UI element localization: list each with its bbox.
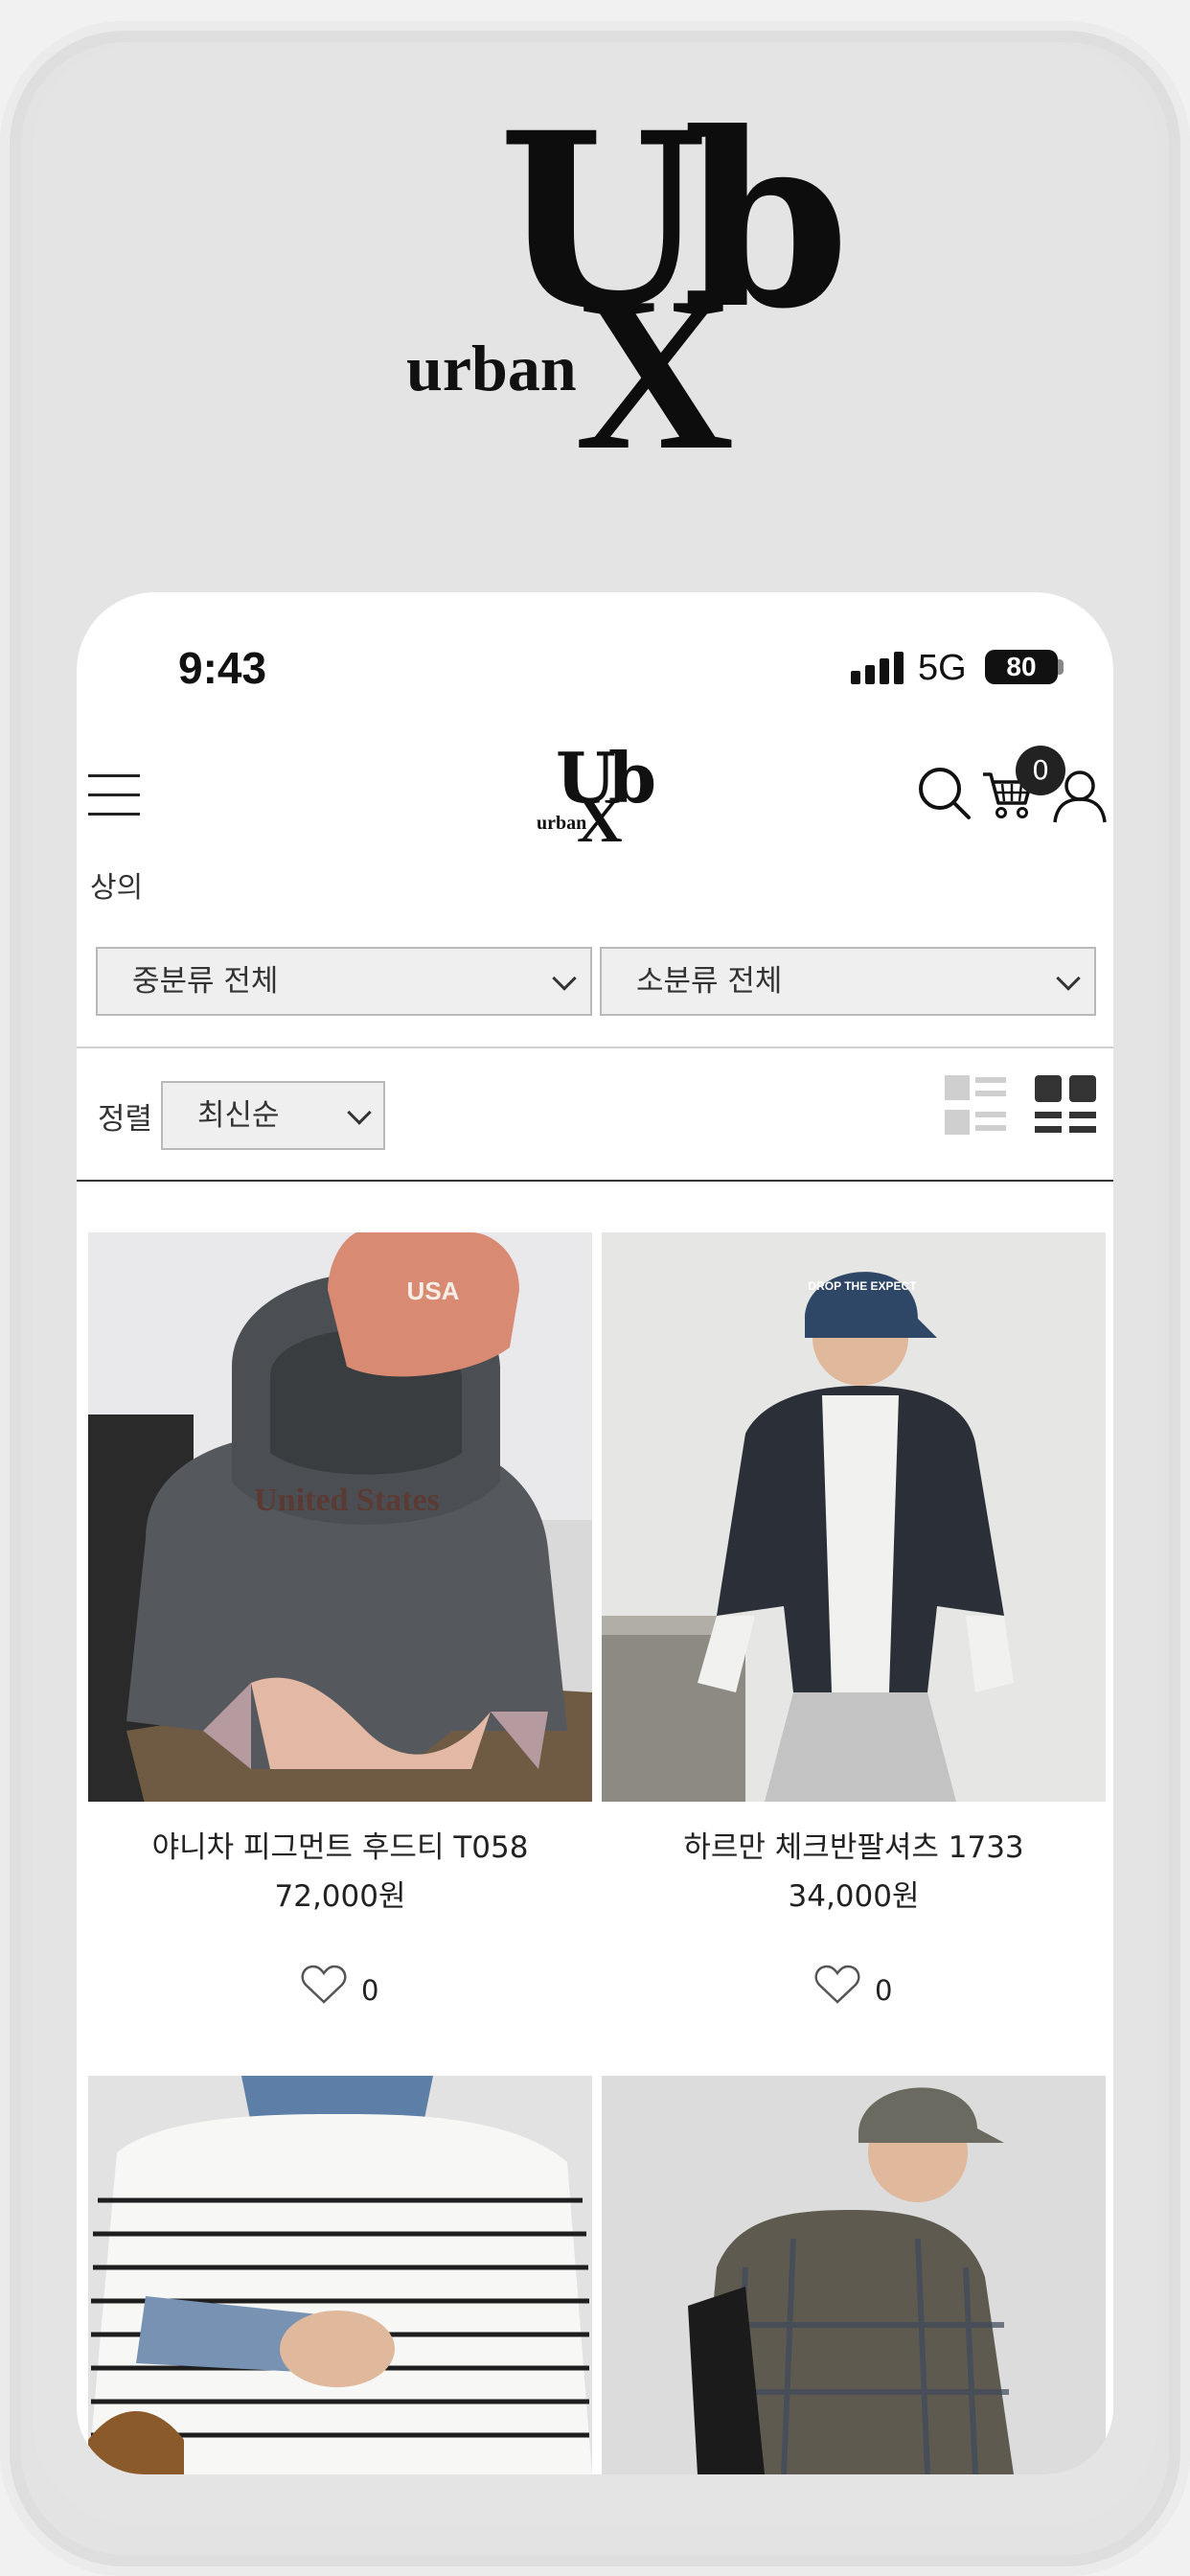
cellular-signal-icon: [851, 650, 906, 684]
mid-category-value: 중분류 전체: [132, 964, 279, 999]
like-count: 0: [875, 1974, 893, 2007]
header-logo[interactable]: Ub X urban: [537, 744, 671, 857]
sub-category-select[interactable]: 소분류 전체: [600, 947, 1096, 1016]
product-name[interactable]: 야니차 피그먼트 후드티 T058: [88, 1823, 592, 1866]
sub-category-value: 소분류 전체: [636, 964, 783, 999]
like-control[interactable]: 0: [88, 1965, 592, 2022]
search-icon[interactable]: [916, 765, 973, 822]
cap-text: USA: [407, 1276, 460, 1305]
mid-category-select[interactable]: 중분류 전체: [96, 947, 592, 1016]
brand-logo: Ub X urban: [402, 101, 850, 484]
product-image[interactable]: [88, 2076, 592, 2474]
product-photo: [602, 2076, 1106, 2474]
like-count: 0: [361, 1974, 379, 2007]
site-header: Ub X urban 0: [77, 726, 1113, 853]
product-card[interactable]: [602, 2076, 1106, 2474]
product-name[interactable]: 하르만 체크반팔셔츠 1733: [602, 1823, 1106, 1866]
product-card[interactable]: USA United States 야니차 피그먼트 후드티 T058 72,0…: [88, 1232, 592, 2022]
menu-icon[interactable]: [88, 774, 140, 816]
product-photo: [88, 2076, 592, 2474]
hoodie-text: United States: [254, 1483, 440, 1518]
heart-icon[interactable]: [301, 1965, 347, 2005]
user-icon[interactable]: [1052, 769, 1108, 824]
sort-value: 최신순: [197, 1098, 280, 1133]
battery-cap: [1058, 659, 1064, 675]
status-time: 9:43: [178, 643, 267, 693]
product-card[interactable]: DROP THE EXPECT 하르만 체크반팔셔츠 1733 34,000원 …: [602, 1232, 1106, 2022]
product-photo: USA United States: [88, 1232, 592, 1802]
sort-label: 정렬: [98, 1102, 153, 1137]
product-image[interactable]: DROP THE EXPECT: [602, 1232, 1106, 1802]
grid-view-icon[interactable]: [1035, 1075, 1096, 1135]
product-price: 72,000원: [274, 1879, 406, 1914]
status-bar: 9:43 5G 80: [77, 592, 1113, 726]
category-title: 상의: [90, 871, 144, 905]
sort-select[interactable]: 최신순: [161, 1081, 385, 1150]
product-card[interactable]: [88, 2076, 592, 2474]
divider: [77, 1046, 1113, 1048]
header-logo-wordmark: urban: [537, 813, 587, 834]
chevron-down-icon: [552, 966, 577, 991]
product-image[interactable]: [602, 2076, 1106, 2474]
phone-screen: 9:43 5G 80 Ub X urban 0 상의 중분류 전체 소분류 전체…: [77, 592, 1113, 2474]
network-type: 5G: [918, 648, 967, 688]
cap-text: DROP THE EXPECT: [808, 1279, 917, 1293]
chevron-down-icon: [347, 1100, 372, 1125]
brand-logo-wordmark: urban: [406, 332, 577, 404]
divider: [77, 1180, 1113, 1182]
list-view-icon[interactable]: [945, 1075, 1006, 1135]
heart-icon[interactable]: [814, 1965, 860, 2005]
product-image[interactable]: USA United States: [88, 1232, 592, 1802]
brand-logo-x: X: [575, 251, 735, 495]
product-photo: DROP THE EXPECT: [602, 1232, 1106, 1802]
product-price: 34,000원: [788, 1879, 920, 1914]
chevron-down-icon: [1056, 966, 1081, 991]
like-control[interactable]: 0: [602, 1965, 1106, 2022]
battery-icon: 80: [985, 650, 1058, 684]
